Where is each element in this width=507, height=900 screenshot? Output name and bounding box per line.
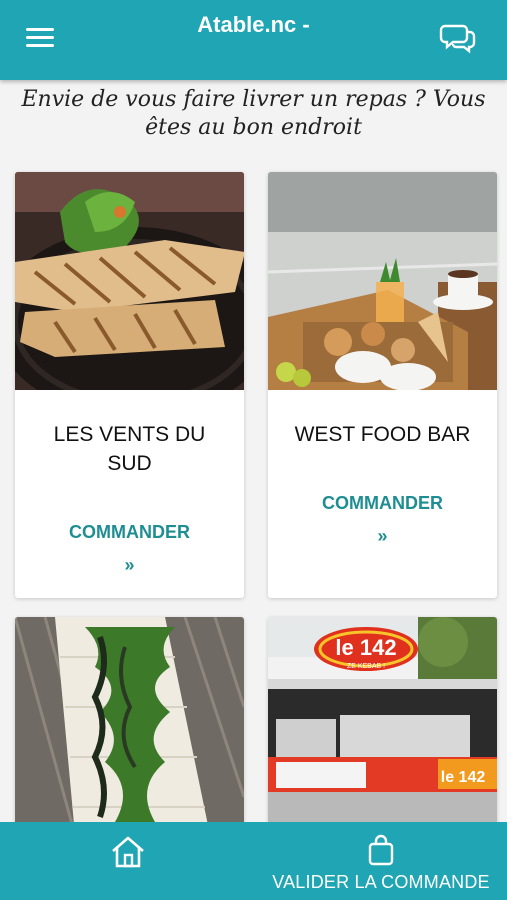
app-title: Atable.nc -	[197, 12, 310, 37]
kebab-logo-subtitle: ZE KEBAB !	[347, 663, 385, 670]
validate-order-label: VALIDER LA COMMANDE	[272, 872, 490, 892]
restaurant-photo: le 142 ZE KEBAB ! le 142	[268, 617, 497, 835]
restaurant-name: LES VENTS DU SUD	[53, 423, 206, 475]
shopping-bag-icon	[368, 834, 394, 866]
kebab-logo-text: le 142	[335, 635, 396, 660]
restaurant-name: WEST FOOD BAR	[294, 423, 471, 446]
restaurant-card[interactable]: LES VENTS DU SUD COMMANDER »	[15, 172, 244, 598]
truck-sign-text: le 142	[441, 769, 486, 786]
validate-order-button[interactable]: VALIDER LA COMMANDE	[261, 834, 501, 894]
order-button-label: COMMANDER	[322, 493, 443, 513]
chat-button[interactable]	[439, 20, 477, 54]
chat-bubbles-icon	[439, 24, 476, 54]
restaurant-card[interactable]: WEST FOOD BAR COMMANDER »	[268, 172, 497, 598]
restaurant-photo	[268, 172, 497, 390]
chevron-right-icon: »	[377, 526, 388, 546]
app-header: Atable.nc -	[0, 0, 507, 80]
order-button[interactable]: COMMANDER »	[15, 522, 244, 576]
bottom-navigation: VALIDER LA COMMANDE	[0, 822, 507, 900]
tagline: Envie de vous faire livrer un repas ? Vo…	[21, 87, 486, 140]
order-button-label: COMMANDER	[69, 522, 190, 542]
home-button[interactable]	[108, 834, 148, 870]
restaurant-photo	[15, 617, 244, 835]
restaurant-photo	[15, 172, 244, 390]
order-button[interactable]: COMMANDER »	[268, 493, 497, 547]
home-icon	[112, 836, 144, 868]
chevron-right-icon: »	[124, 555, 135, 575]
